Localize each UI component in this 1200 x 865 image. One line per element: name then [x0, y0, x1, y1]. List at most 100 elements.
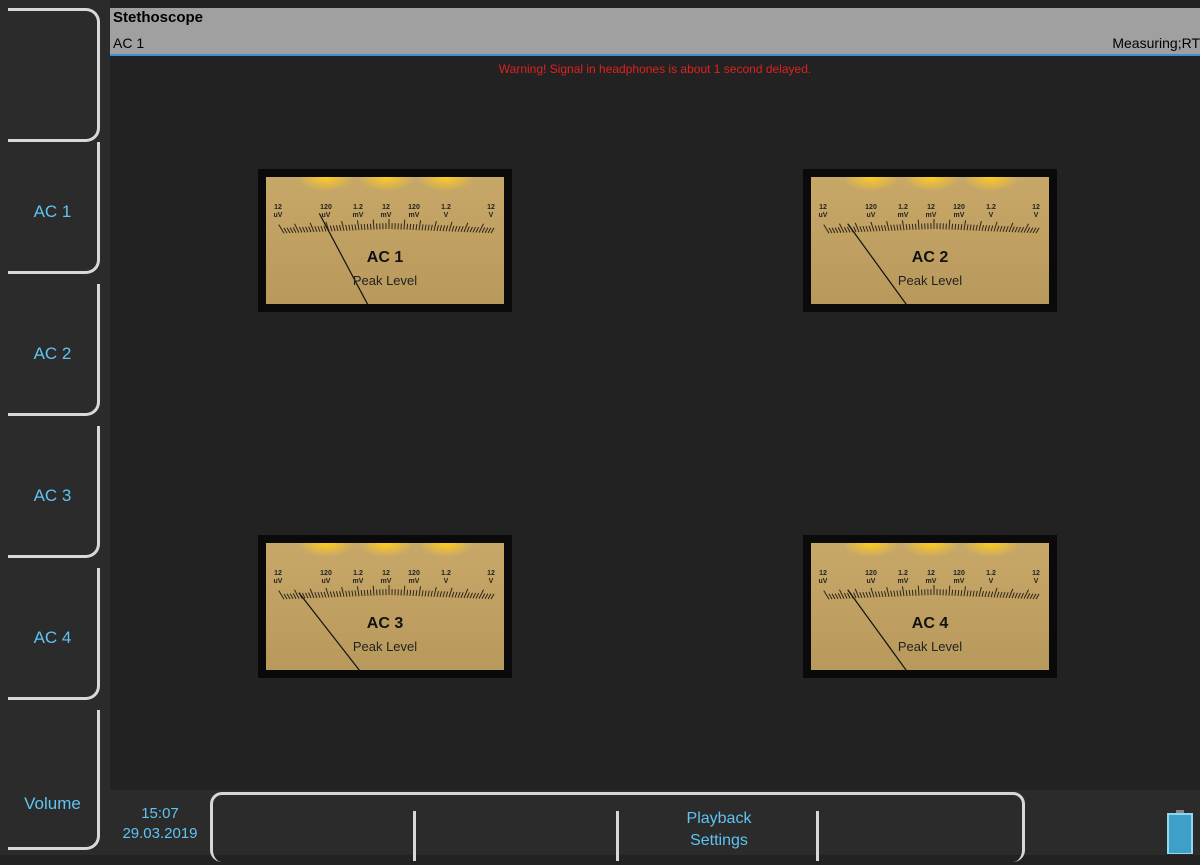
scale-tick	[991, 226, 993, 232]
scale-tick	[1036, 594, 1039, 599]
scale-tick	[422, 590, 423, 596]
side-button-empty[interactable]	[8, 8, 100, 142]
scale-label: V	[489, 212, 494, 219]
scale-tick	[1003, 592, 1005, 598]
scale-label: 120	[865, 570, 877, 577]
scale-tick	[881, 225, 883, 231]
scale-label: uV	[819, 212, 828, 219]
scale-tick	[326, 588, 329, 598]
scale-tick	[1030, 594, 1033, 599]
scale-tick	[437, 225, 438, 231]
scale-label: 12	[927, 570, 935, 577]
scale-label: 1.2	[353, 204, 363, 211]
scale-tick	[863, 226, 865, 232]
side-button-label: AC 4	[34, 628, 72, 648]
side-button-volume[interactable]: Volume	[8, 710, 100, 850]
scale-tick	[346, 591, 347, 597]
scale-tick	[485, 228, 488, 233]
scale-label: mV	[409, 578, 420, 585]
scale-tick	[425, 591, 426, 597]
scale-tick	[979, 587, 981, 597]
scale-label: 120	[320, 204, 332, 211]
scale-label: mV	[954, 212, 965, 219]
channel-subtitle: AC 1	[113, 35, 144, 51]
scale-tick	[290, 594, 293, 599]
scale-tick	[918, 586, 919, 596]
scale-tick	[988, 591, 990, 597]
scale-tick	[1027, 227, 1030, 232]
scale-tick	[458, 592, 460, 598]
scale-label: V	[489, 578, 494, 585]
scale-tick	[902, 586, 904, 596]
scale-label: 12	[1032, 570, 1040, 577]
side-button-ac2[interactable]: AC 2	[8, 284, 100, 416]
warning-message: Warning! Signal in headphones is about 1…	[110, 62, 1200, 76]
scale-tick	[370, 224, 371, 230]
scale-tick	[887, 587, 889, 597]
scale-tick	[979, 221, 981, 231]
scale-tick	[973, 225, 974, 231]
scale-tick	[431, 225, 432, 231]
scale-label: 120	[865, 204, 877, 211]
scale-label: mV	[381, 212, 392, 219]
scale-tick	[994, 222, 997, 232]
scale-tick	[866, 592, 868, 598]
scale-label: 12	[819, 204, 827, 211]
side-button-ac1[interactable]: AC 1	[8, 142, 100, 274]
scale-label: 12	[382, 204, 390, 211]
scale-tick	[428, 225, 429, 231]
scale-tick	[847, 593, 850, 598]
scale-tick	[838, 593, 841, 598]
scale-tick	[891, 225, 892, 231]
scale-tick	[894, 225, 895, 231]
scale-tick	[967, 224, 968, 230]
scale-tick	[330, 226, 332, 232]
scale-tick	[352, 225, 353, 231]
scale-tick	[897, 591, 898, 597]
scale-tick	[871, 588, 874, 598]
scale-tick	[449, 588, 452, 598]
scale-tick	[829, 228, 832, 233]
scale-tick	[315, 226, 317, 232]
scale-tick	[835, 594, 838, 599]
clock-date: 29.03.2019	[110, 824, 210, 844]
scale-tick	[958, 224, 959, 230]
scale-tick	[318, 592, 320, 598]
scale-tick	[290, 228, 293, 233]
scale-tick	[431, 591, 432, 597]
scale-label: V	[989, 212, 994, 219]
side-button-ac4[interactable]: AC 4	[8, 568, 100, 700]
scale-tick	[1030, 228, 1033, 233]
meter-subtitle: Peak Level	[258, 639, 512, 654]
scale-tick	[279, 225, 284, 234]
scale-tick	[449, 222, 452, 232]
scale-tick	[976, 225, 977, 231]
scale-tick	[419, 586, 421, 596]
side-button-ac3[interactable]: AC 3	[8, 426, 100, 558]
scale-tick	[897, 225, 898, 231]
scale-label: 12	[274, 204, 282, 211]
scale-tick	[336, 225, 338, 231]
scale-tick	[452, 592, 454, 598]
scale-label: mV	[353, 212, 364, 219]
scale-tick	[973, 591, 974, 597]
side-panel: AC 1 AC 2 AC 3 AC 4 Volume	[0, 0, 110, 855]
scale-tick	[367, 224, 368, 230]
scale-tick	[437, 591, 438, 597]
scale-tick	[829, 594, 832, 599]
scale-tick	[1021, 593, 1024, 598]
scale-tick	[309, 227, 311, 233]
scale-tick	[419, 220, 421, 230]
scale-label: uV	[322, 212, 331, 219]
scale-tick	[844, 227, 847, 232]
scale-tick	[488, 594, 491, 599]
scale-label: 12	[487, 204, 495, 211]
scale-tick	[991, 592, 993, 598]
scale-tick	[342, 221, 344, 231]
status-text: Measuring;RT	[1112, 35, 1200, 51]
scale-label: V	[989, 578, 994, 585]
scale-tick	[373, 220, 374, 230]
scale-tick	[473, 593, 476, 598]
scale-tick	[824, 591, 829, 600]
scale-tick	[1033, 228, 1036, 233]
